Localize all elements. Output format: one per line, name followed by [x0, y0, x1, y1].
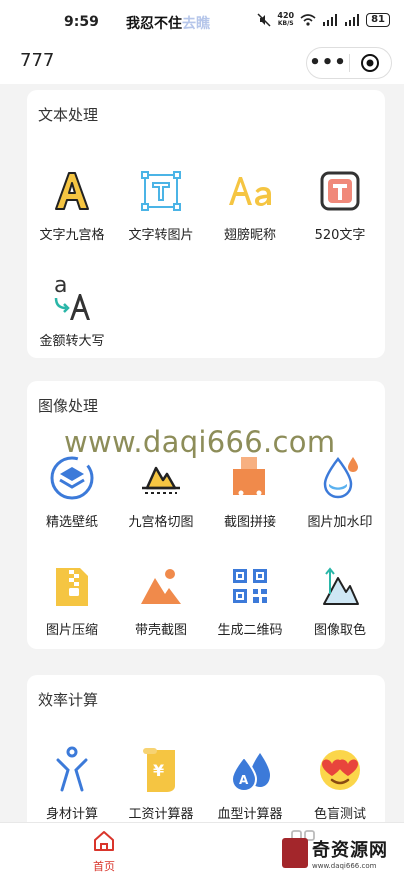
mountain-image-icon — [136, 561, 186, 611]
qr-code-icon — [225, 561, 275, 611]
wifi-icon — [300, 14, 316, 26]
case-convert-icon: a — [47, 272, 97, 322]
font-aa-icon — [225, 166, 275, 216]
tool-item[interactable]: 色盲测试 — [295, 745, 385, 822]
status-bar: 9:59 我忍不住去瞧 420 KB/S 81 — [0, 0, 404, 44]
tool-label: 带壳截图 — [134, 623, 187, 638]
section-title: 效率计算 — [38, 691, 99, 709]
tool-label: 精选壁纸 — [45, 515, 98, 530]
color-picker-icon — [315, 561, 365, 611]
target-close-icon — [361, 54, 380, 72]
page-title: 777 — [20, 50, 55, 71]
tool-item[interactable]: 精选壁纸 — [27, 453, 117, 530]
tool-item[interactable]: 带壳截图 — [116, 561, 206, 638]
section-card-calc: 效率计算 身材计算 ¥ 工资计算器 A 血型计算器 色盲测试 — [27, 675, 385, 822]
tool-item[interactable]: A 血型计算器 — [205, 745, 295, 822]
tool-label: 身材计算 — [45, 807, 98, 822]
brand-text: 奇资源网 www.daqi666.com — [312, 836, 388, 870]
body-figure-icon — [47, 745, 97, 795]
t-square-icon — [315, 166, 365, 216]
salary-scroll-icon: ¥ — [136, 745, 186, 795]
more-button[interactable]: ••• — [307, 48, 349, 78]
tool-item[interactable]: 图片压缩 — [27, 561, 117, 638]
text-frame-icon — [136, 166, 186, 216]
tool-item[interactable]: ¥ 工资计算器 — [116, 745, 206, 822]
tool-item[interactable]: 520文字 — [295, 166, 385, 243]
tab-bar: 首页 奇资源网 www.daqi666.com — [0, 822, 404, 878]
blood-drop-icon: A — [225, 745, 275, 795]
tool-label: 血型计算器 — [217, 807, 283, 822]
status-notification-text: 我忍不住 — [126, 16, 182, 32]
layers-icon — [47, 453, 97, 503]
tool-label: 图片压缩 — [45, 623, 98, 638]
status-notification-tail: 去瞧 — [182, 16, 210, 32]
close-button[interactable] — [350, 53, 391, 73]
tool-label: 图片加水印 — [307, 515, 373, 530]
brand-seal-icon — [282, 838, 308, 868]
brand-logo: 奇资源网 www.daqi666.com — [282, 831, 400, 875]
signal-5g-icon — [345, 14, 360, 26]
battery-indicator: 81 — [366, 13, 390, 27]
svg-text:a: a — [54, 273, 67, 298]
tool-item[interactable]: 图像取色 — [295, 561, 385, 638]
content-area[interactable]: 文本处理 文字九宫格 文字转图片 翅膀昵称 520文字 a 金额转大写 图像处理… — [0, 84, 404, 822]
network-speed-value: 420 — [277, 11, 295, 20]
tool-label: 工资计算器 — [128, 807, 194, 822]
tool-item[interactable]: 截图拼接 — [205, 453, 295, 530]
svg-text:A: A — [239, 773, 249, 787]
tab-home[interactable]: 首页 — [80, 829, 128, 874]
puzzle-icon — [225, 453, 275, 503]
tool-item[interactable]: 生成二维码 — [205, 561, 295, 638]
tool-item[interactable]: 九宫格切图 — [116, 453, 206, 530]
tool-label: 翅膀昵称 — [223, 228, 276, 243]
section-title: 文本处理 — [38, 106, 99, 124]
tool-label: 图像取色 — [313, 623, 366, 638]
tool-label: 520文字 — [314, 228, 366, 243]
tool-item[interactable]: a 金额转大写 — [27, 272, 117, 349]
status-icons: 420 KB/S 81 — [257, 12, 390, 28]
tool-item[interactable]: 身材计算 — [27, 745, 117, 822]
svg-text:¥: ¥ — [153, 761, 164, 780]
mute-icon — [257, 13, 271, 27]
tab-home-label: 首页 — [93, 860, 115, 873]
tool-label: 色盲测试 — [313, 807, 366, 822]
tool-label: 文字九宫格 — [39, 228, 105, 243]
tool-item[interactable]: 图片加水印 — [295, 453, 385, 530]
watermark-drop-icon — [315, 453, 365, 503]
network-speed-unit: KB/S — [277, 20, 294, 27]
mini-program-capsule: ••• — [306, 47, 392, 79]
watermark-text: www.daqi666.com — [64, 425, 336, 459]
status-notification: 我忍不住去瞧 — [126, 13, 210, 33]
home-icon — [94, 831, 114, 851]
network-speed: 420 KB/S — [277, 12, 294, 28]
tool-label: 九宫格切图 — [128, 515, 194, 530]
tool-label: 截图拼接 — [223, 515, 276, 530]
nav-bar: 777 ••• — [0, 44, 404, 84]
tool-item[interactable]: 文字转图片 — [116, 166, 206, 243]
tool-item[interactable]: 文字九宫格 — [27, 166, 117, 243]
tool-label: 生成二维码 — [217, 623, 283, 638]
zip-file-icon — [47, 561, 97, 611]
tool-label: 金额转大写 — [39, 334, 105, 349]
section-card-text: 文本处理 文字九宫格 文字转图片 翅膀昵称 520文字 a 金额转大写 — [27, 90, 385, 358]
status-time: 9:59 — [64, 14, 99, 30]
brand-name: 奇资源网 — [312, 840, 388, 861]
crop-mountain-icon — [136, 453, 186, 503]
heart-glasses-emoji-icon — [315, 745, 365, 795]
section-title: 图像处理 — [38, 397, 99, 415]
section-card-image: 图像处理 精选壁纸 九宫格切图 截图拼接 图片加水印 图片压缩 带壳截图 生成二… — [27, 381, 385, 649]
tool-label: 文字转图片 — [128, 228, 194, 243]
letter-a-icon — [47, 166, 97, 216]
tool-item[interactable]: 翅膀昵称 — [205, 166, 295, 243]
brand-url: www.daqi666.com — [312, 862, 377, 870]
signal-4g-icon — [323, 14, 338, 26]
